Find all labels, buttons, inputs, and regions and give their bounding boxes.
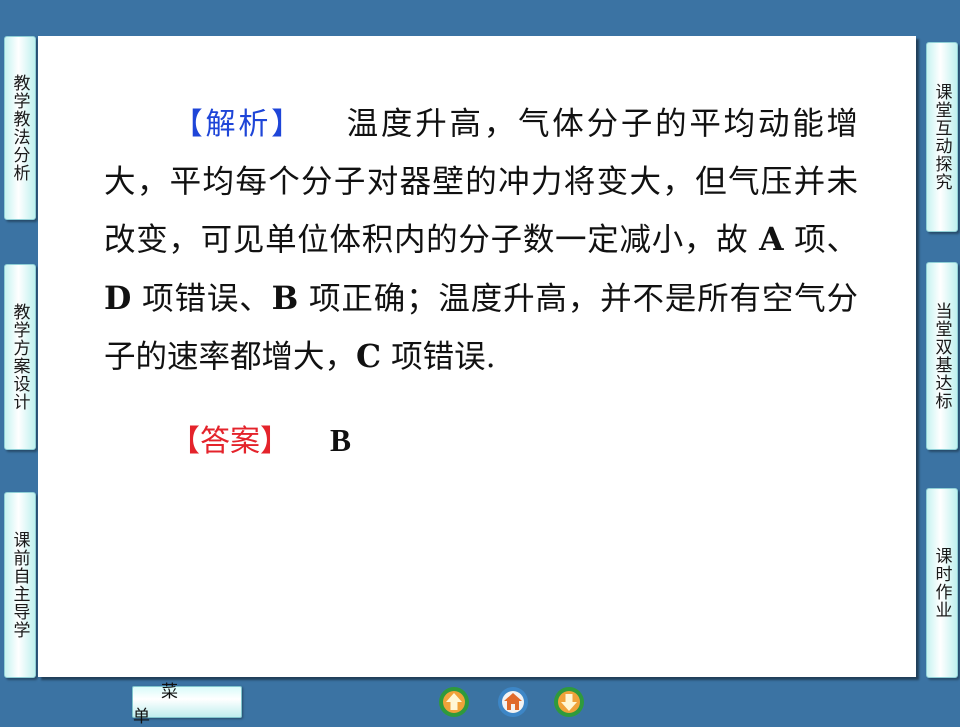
option-b: B bbox=[271, 279, 299, 317]
answer-label: 【答案】 bbox=[170, 424, 290, 459]
menu-button[interactable]: 菜单 bbox=[132, 682, 242, 727]
analysis-text-5: 项错误. bbox=[381, 339, 496, 375]
option-d: D bbox=[104, 279, 132, 317]
prev-arrow-icon bbox=[439, 687, 469, 717]
analysis-label: 【解析】 bbox=[170, 107, 304, 142]
answer-value: B bbox=[330, 423, 352, 458]
tab-label: 课前自主导学 bbox=[9, 531, 30, 639]
slide-content: 【解析】 温度升高，气体分子的平均动能增大，平均每个分子对器壁的冲力将变大，但气压… bbox=[38, 36, 916, 677]
analysis-text-2: 项、 bbox=[783, 222, 858, 258]
tab-homework[interactable]: 课时作业 bbox=[926, 488, 958, 678]
analysis-paragraph: 【解析】 温度升高，气体分子的平均动能增大，平均每个分子对器壁的冲力将变大，但气压… bbox=[104, 96, 858, 387]
next-page-button[interactable] bbox=[553, 686, 585, 718]
tab-label: 当堂双基达标 bbox=[931, 302, 952, 410]
home-button[interactable] bbox=[497, 686, 529, 718]
option-a: A bbox=[759, 221, 784, 258]
tab-label: 教学方案设计 bbox=[9, 303, 30, 411]
prev-page-button[interactable] bbox=[438, 686, 470, 718]
analysis-text-3: 项错误、 bbox=[131, 280, 272, 317]
tab-label: 课时作业 bbox=[931, 547, 952, 619]
tab-teaching-method-analysis[interactable]: 教学教法分析 bbox=[4, 36, 36, 220]
answer-line: 【答案】 B bbox=[104, 412, 351, 471]
next-arrow-icon bbox=[554, 687, 584, 717]
tab-label: 教学教法分析 bbox=[9, 74, 30, 182]
option-c: C bbox=[356, 338, 382, 375]
tab-in-class-basics[interactable]: 当堂双基达标 bbox=[926, 262, 958, 450]
tab-label: 课堂互动探究 bbox=[931, 83, 952, 191]
tab-classroom-interaction[interactable]: 课堂互动探究 bbox=[926, 42, 958, 232]
tab-teaching-plan-design[interactable]: 教学方案设计 bbox=[4, 264, 36, 450]
home-icon bbox=[498, 687, 528, 717]
tab-pre-class-self-study[interactable]: 课前自主导学 bbox=[4, 492, 36, 678]
